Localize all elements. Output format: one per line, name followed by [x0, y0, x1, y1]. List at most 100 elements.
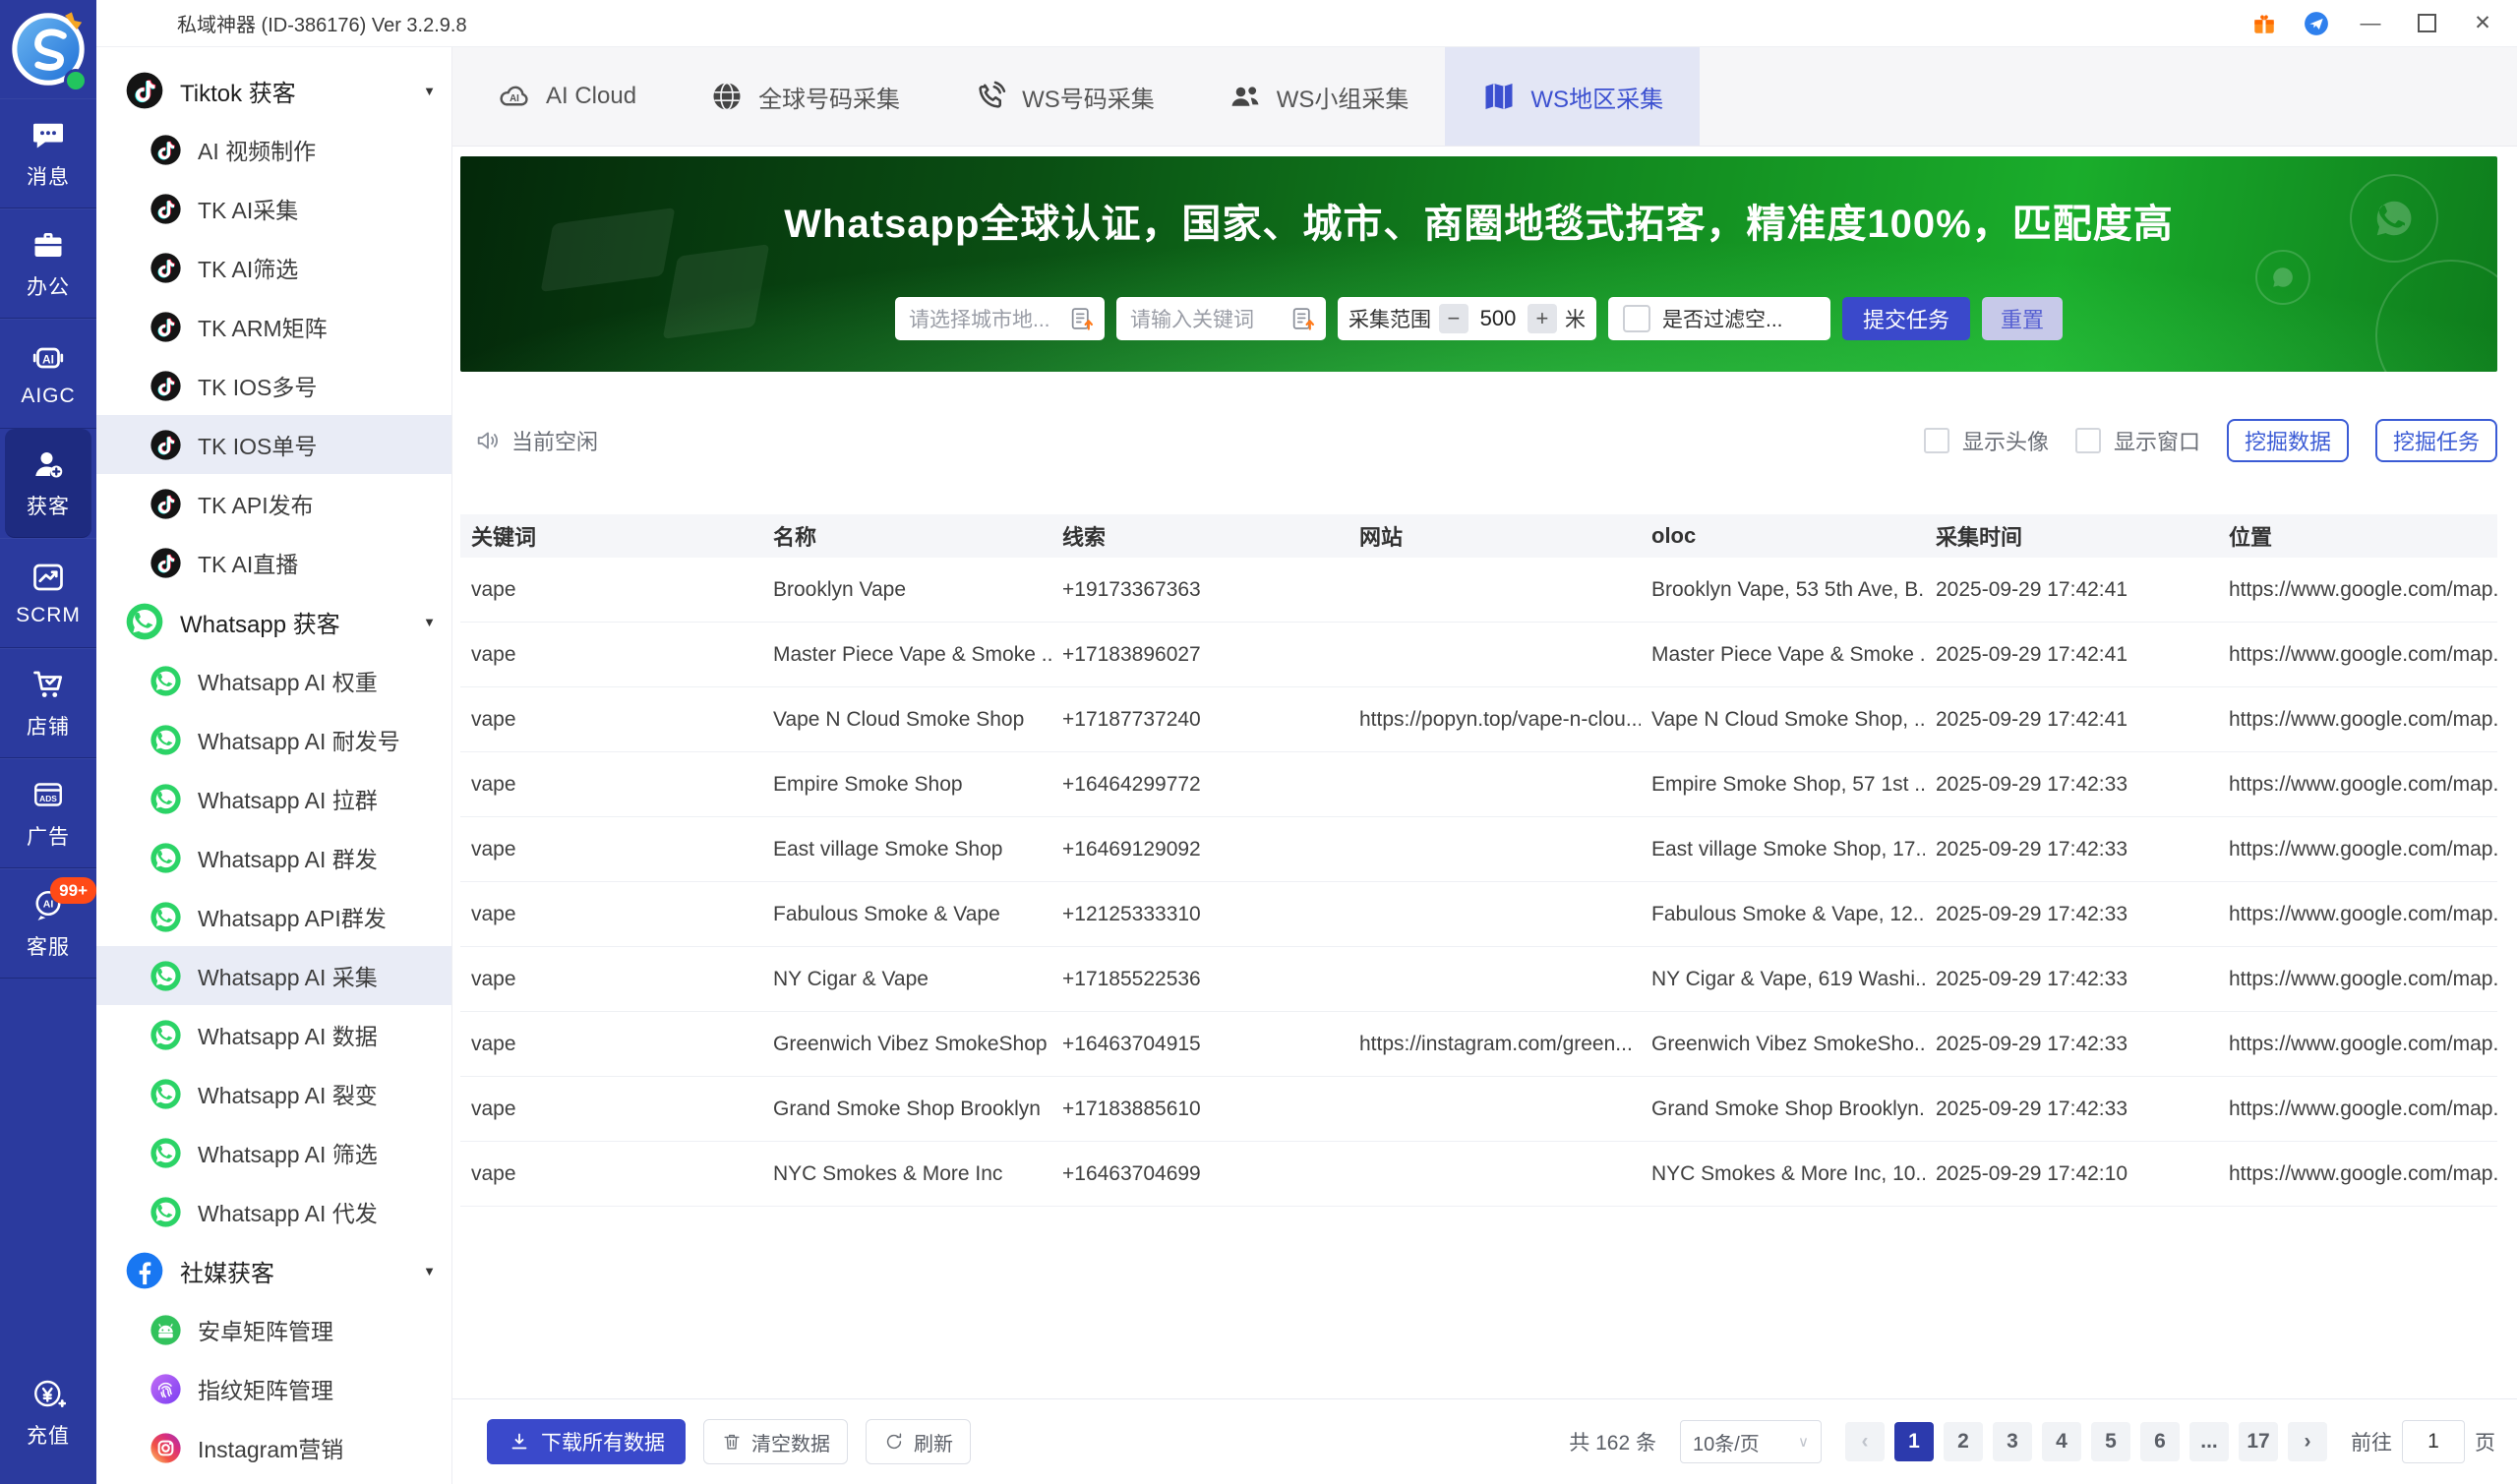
sidebar-item-TK IOS单号[interactable]: TK IOS单号 — [96, 415, 451, 474]
rail-item-广告[interactable]: ADS广告 — [0, 758, 96, 868]
table-row[interactable]: vapeMaster Piece Vape & Smoke ...+171838… — [460, 623, 2497, 687]
table-row[interactable]: vapeVape N Cloud Smoke Shop+17187737240h… — [460, 687, 2497, 752]
sidebar-item-Instagram营销[interactable]: Instagram营销 — [96, 1418, 451, 1477]
sidebar-item-partial[interactable] — [96, 1477, 451, 1484]
rail-item-获客[interactable]: 获客 — [5, 429, 91, 538]
mine-data-button[interactable]: 挖掘数据 — [2227, 419, 2349, 462]
pager-page-4[interactable]: 4 — [2042, 1422, 2081, 1461]
checkbox-icon[interactable] — [2075, 428, 2101, 453]
pager-page-2[interactable]: 2 — [1944, 1422, 1983, 1461]
app-logo[interactable] — [0, 0, 96, 98]
sidebar-item-Whatsapp AI 拉群[interactable]: Whatsapp AI 拉群 — [96, 769, 451, 828]
checkbox-icon[interactable] — [1623, 305, 1650, 332]
doc-upload-icon[interactable] — [1068, 305, 1096, 332]
table-row[interactable]: vapeEast village Smoke Shop+16469129092E… — [460, 817, 2497, 882]
table-row[interactable]: vapeGrand Smoke Shop Brooklyn+1718388561… — [460, 1077, 2497, 1142]
sidebar-item-Whatsapp AI 筛选[interactable]: Whatsapp AI 筛选 — [96, 1123, 451, 1182]
rail-item-办公[interactable]: 办公 — [0, 208, 96, 319]
sidebar-item-TK API发布[interactable]: TK API发布 — [96, 474, 451, 533]
rail-bottom: 充值 — [0, 1358, 96, 1484]
sidebar-item-Whatsapp AI 代发[interactable]: Whatsapp AI 代发 — [96, 1182, 451, 1241]
table-row[interactable]: vapeFabulous Smoke & Vape+12125333310Fab… — [460, 882, 2497, 947]
rail-item-充值[interactable]: 充值 — [0, 1358, 96, 1466]
sidebar-label: TK IOS多号 — [198, 369, 317, 402]
rail-item-店铺[interactable]: 店铺 — [0, 648, 96, 758]
goto-unit: 页 — [2475, 1427, 2495, 1456]
sidebar-label: TK AI筛选 — [198, 251, 298, 284]
table-row[interactable]: vapeBrooklyn Vape+19173367363Brooklyn Va… — [460, 558, 2497, 623]
show-window-checkbox[interactable]: 显示窗口 — [2075, 425, 2200, 456]
sidebar-group-Whatsapp 获客[interactable]: Whatsapp 获客▼ — [96, 592, 451, 651]
doc-upload-icon[interactable] — [1289, 305, 1317, 332]
sidebar-item-Whatsapp AI 群发[interactable]: Whatsapp AI 群发 — [96, 828, 451, 887]
sidebar-item-TK AI采集[interactable]: TK AI采集 — [96, 179, 451, 238]
rail-item-AIGC[interactable]: AIAIGC — [0, 319, 96, 429]
pager-page-3[interactable]: 3 — [1993, 1422, 2032, 1461]
filter-empty-checkbox[interactable]: 是否过滤空... — [1608, 297, 1830, 340]
table-cell: 2025-09-29 17:42:41 — [1925, 643, 2218, 667]
tab-WS号码采集[interactable]: WS号码采集 — [936, 47, 1191, 146]
show-avatar-checkbox[interactable]: 显示头像 — [1924, 425, 2049, 456]
table-cell: vape — [460, 838, 762, 861]
table-row[interactable]: vapeNYC Smokes & More Inc+16463704699NYC… — [460, 1142, 2497, 1207]
pager-ellipsis[interactable]: ... — [2189, 1422, 2229, 1461]
maximize-button[interactable] — [2412, 9, 2441, 38]
download-all-button[interactable]: 下载所有数据 — [487, 1419, 686, 1464]
promo-icon[interactable] — [2251, 11, 2277, 36]
table-row[interactable]: vapeEmpire Smoke Shop+16464299772Empire … — [460, 752, 2497, 817]
rail-item-label: 店铺 — [27, 711, 70, 741]
maximize-icon — [2418, 14, 2436, 32]
reset-button[interactable]: 重置 — [1982, 297, 2063, 340]
table-row[interactable]: vapeGreenwich Vibez SmokeShop+1646370491… — [460, 1012, 2497, 1077]
goto-page-input[interactable] — [2402, 1420, 2465, 1463]
mine-task-button[interactable]: 挖掘任务 — [2375, 419, 2497, 462]
sidebar-item-Whatsapp API群发[interactable]: Whatsapp API群发 — [96, 887, 451, 946]
keyword-input[interactable]: 请输入关键词 — [1116, 297, 1326, 340]
refresh-button[interactable]: 刷新 — [866, 1419, 971, 1464]
rail-item-客服[interactable]: AI客服99+ — [0, 868, 96, 979]
minimize-button[interactable]: — — [2356, 9, 2385, 38]
tab-WS小组采集[interactable]: WS小组采集 — [1191, 47, 1446, 146]
range-minus-button[interactable]: − — [1439, 304, 1468, 333]
notification-icon[interactable] — [2304, 11, 2329, 36]
sidebar-item-安卓矩阵管理[interactable]: 安卓矩阵管理 — [96, 1300, 451, 1359]
pager-page-1[interactable]: 1 — [1894, 1422, 1934, 1461]
range-value[interactable]: 500 — [1476, 306, 1520, 331]
pager-prev-button[interactable]: ‹ — [1845, 1422, 1885, 1461]
sidebar-item-Whatsapp AI 数据[interactable]: Whatsapp AI 数据 — [96, 1005, 451, 1064]
tab-AI Cloud[interactable]: AIAI Cloud — [460, 47, 673, 146]
close-button[interactable]: ✕ — [2468, 9, 2497, 38]
range-plus-button[interactable]: + — [1528, 304, 1557, 333]
pager-next-button[interactable]: › — [2288, 1422, 2327, 1461]
city-select-input[interactable]: 请选择城市地... — [895, 297, 1105, 340]
table-cell: 2025-09-29 17:42:41 — [1925, 708, 2218, 732]
sidebar-group-Tiktok 获客[interactable]: Tiktok 获客▼ — [96, 61, 451, 120]
clear-data-button[interactable]: 清空数据 — [703, 1419, 848, 1464]
checkbox-icon[interactable] — [1924, 428, 1949, 453]
page-size-select[interactable]: 10条/页 ∨ — [1680, 1420, 1822, 1463]
submit-task-button[interactable]: 提交任务 — [1842, 297, 1970, 340]
rail-item-消息[interactable]: 消息 — [0, 98, 96, 208]
pager-page-17[interactable]: 17 — [2239, 1422, 2278, 1461]
sidebar-item-Whatsapp AI 采集[interactable]: Whatsapp AI 采集 — [96, 946, 451, 1005]
pager-page-5[interactable]: 5 — [2091, 1422, 2130, 1461]
sidebar-group-社媒获客[interactable]: 社媒获客▼ — [96, 1241, 451, 1300]
sidebar-label: Whatsapp AI 裂变 — [198, 1077, 378, 1110]
table-cell: +16464299772 — [1051, 773, 1348, 797]
tab-全球号码采集[interactable]: 全球号码采集 — [673, 47, 936, 146]
sidebar-item-Whatsapp AI 耐发号[interactable]: Whatsapp AI 耐发号 — [96, 710, 451, 769]
sidebar-item-AI 视频制作[interactable]: AI 视频制作 — [96, 120, 451, 179]
tiktok-icon — [150, 193, 182, 225]
pager-page-6[interactable]: 6 — [2140, 1422, 2180, 1461]
sidebar-item-Whatsapp AI 裂变[interactable]: Whatsapp AI 裂变 — [96, 1064, 451, 1123]
rail-item-SCRM[interactable]: SCRM — [0, 538, 96, 648]
sidebar-item-Whatsapp AI 权重[interactable]: Whatsapp AI 权重 — [96, 651, 451, 710]
sidebar-item-指纹矩阵管理[interactable]: 指纹矩阵管理 — [96, 1359, 451, 1418]
tab-WS地区采集[interactable]: WS地区采集 — [1445, 47, 1700, 146]
table-row[interactable]: vapeNY Cigar & Vape+17185522536NY Cigar … — [460, 947, 2497, 1012]
sidebar-item-TK AI筛选[interactable]: TK AI筛选 — [96, 238, 451, 297]
sidebar-item-TK ARM矩阵[interactable]: TK ARM矩阵 — [96, 297, 451, 356]
sidebar-item-TK IOS多号[interactable]: TK IOS多号 — [96, 356, 451, 415]
sidebar-item-TK AI直播[interactable]: TK AI直播 — [96, 533, 451, 592]
range-label: 采集范围 — [1348, 304, 1431, 333]
